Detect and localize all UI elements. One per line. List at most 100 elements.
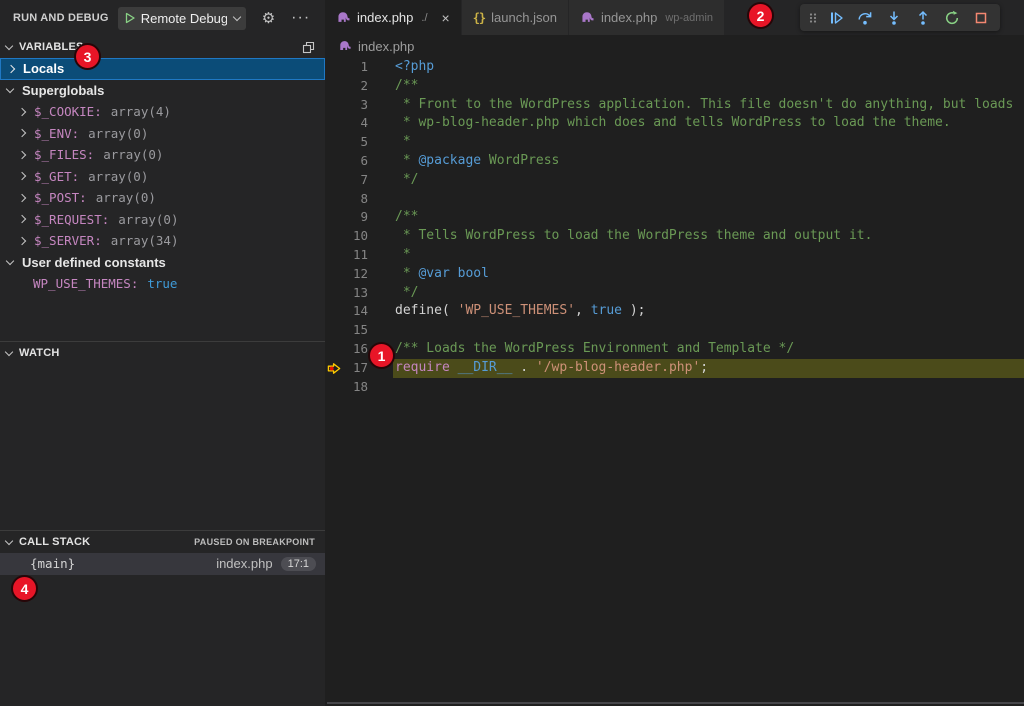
code-text[interactable]: * xyxy=(393,133,1024,152)
close-icon[interactable]: × xyxy=(442,11,450,25)
launch-config-dropdown[interactable]: Remote Debugg xyxy=(118,7,246,30)
scope-label: Superglobals xyxy=(22,83,104,98)
chevron-right-icon xyxy=(7,65,15,73)
code-line-6[interactable]: 6 * @package WordPress xyxy=(325,152,1024,171)
continue-button[interactable] xyxy=(821,6,850,30)
step-over-button[interactable] xyxy=(850,6,879,30)
code-text[interactable]: /** Loads the WordPress Environment and … xyxy=(393,340,1024,359)
line-number: 11 xyxy=(345,246,368,265)
code-text[interactable]: require __DIR__ . '/wp-blog-header.php'; xyxy=(393,359,1024,378)
scope-row-locals[interactable]: Locals xyxy=(0,58,325,80)
sidebar-header: RUN AND DEBUG Remote Debugg ⚙ ··· xyxy=(0,0,325,36)
code-line-15[interactable]: 15 xyxy=(325,321,1024,340)
code-line-14[interactable]: 14define( 'WP_USE_THEMES', true ); xyxy=(325,302,1024,321)
code-line-3[interactable]: 3 * Front to the WordPress application. … xyxy=(325,96,1024,115)
run-and-debug-sidebar: RUN AND DEBUG Remote Debugg ⚙ ··· VARIAB… xyxy=(0,0,325,706)
code-text[interactable]: */ xyxy=(393,284,1024,303)
line-number: 9 xyxy=(345,208,368,227)
start-debug-icon[interactable] xyxy=(124,12,136,24)
chevron-down-icon xyxy=(5,536,13,544)
code-text[interactable] xyxy=(393,378,1024,397)
code-text[interactable]: * Front to the WordPress application. Th… xyxy=(393,96,1024,115)
tab-launch-json[interactable]: {} launch.json xyxy=(462,0,569,35)
code-text[interactable]: * wp-blog-header.php which does and tell… xyxy=(393,114,1024,133)
code-line-13[interactable]: 13 */ xyxy=(325,284,1024,303)
code-text[interactable] xyxy=(393,190,1024,209)
breakpoint-current-line-icon[interactable] xyxy=(325,361,345,376)
more-actions-icon[interactable]: ··· xyxy=(291,9,310,27)
code-text[interactable]: define( 'WP_USE_THEMES', true ); xyxy=(393,302,1024,321)
code-line-10[interactable]: 10 * Tells WordPress to load the WordPre… xyxy=(325,227,1024,246)
line-number: 6 xyxy=(345,152,368,171)
code-line-4[interactable]: 4 * wp-blog-header.php which does and te… xyxy=(325,114,1024,133)
code-editor[interactable]: 1<?php2/**3 * Front to the WordPress app… xyxy=(325,58,1024,396)
tab-index-php-wp-admin[interactable]: index.php wp-admin xyxy=(569,0,725,35)
scope-row-user-defined-constants[interactable]: User defined constants xyxy=(0,252,325,274)
variable-row-wp_use_themes[interactable]: WP_USE_THEMES:true xyxy=(0,273,325,295)
editor-tab-bar: index.php ./ × {} launch.json index.php … xyxy=(325,0,1024,35)
code-line-7[interactable]: 7 */ xyxy=(325,171,1024,190)
code-line-16[interactable]: 16/** Loads the WordPress Environment an… xyxy=(325,340,1024,359)
line-number: 12 xyxy=(345,265,368,284)
call-stack-frame-row[interactable]: {main} index.php 17:1 xyxy=(0,553,325,575)
scope-row-superglobals[interactable]: Superglobals xyxy=(0,80,325,102)
tab-detail: wp-admin xyxy=(665,12,713,24)
chevron-right-icon xyxy=(18,129,26,137)
variable-row-_files[interactable]: $_FILES:array(0) xyxy=(0,144,325,166)
stop-button[interactable] xyxy=(966,6,995,30)
line-number: 13 xyxy=(345,284,368,303)
code-line-11[interactable]: 11 * xyxy=(325,246,1024,265)
code-text[interactable] xyxy=(393,321,1024,340)
collapse-all-icon[interactable] xyxy=(302,41,315,54)
variable-name: $_FILES: xyxy=(34,147,94,162)
variable-row-_request[interactable]: $_REQUEST:array(0) xyxy=(0,209,325,231)
step-out-button[interactable] xyxy=(908,6,937,30)
code-text[interactable]: /** xyxy=(393,77,1024,96)
code-text[interactable]: /** xyxy=(393,208,1024,227)
code-text[interactable]: * @package WordPress xyxy=(393,152,1024,171)
code-line-17[interactable]: 17require __DIR__ . '/wp-blog-header.php… xyxy=(325,359,1024,378)
frame-file: index.php xyxy=(216,556,272,571)
code-line-2[interactable]: 2/** xyxy=(325,77,1024,96)
code-line-12[interactable]: 12 * @var bool xyxy=(325,265,1024,284)
paused-on-breakpoint-badge: PAUSED ON BREAKPOINT xyxy=(194,537,315,547)
watch-section-header[interactable]: WATCH xyxy=(0,342,325,364)
code-text[interactable]: * @var bool xyxy=(393,265,1024,284)
tab-detail: ./ xyxy=(421,12,427,24)
code-line-8[interactable]: 8 xyxy=(325,190,1024,209)
restart-button[interactable] xyxy=(937,6,966,30)
line-number: 10 xyxy=(345,227,368,246)
code-line-9[interactable]: 9 /** xyxy=(325,208,1024,227)
code-text[interactable]: * xyxy=(393,246,1024,265)
variable-row-_server[interactable]: $_SERVER:array(34) xyxy=(0,230,325,252)
variable-name: $_COOKIE: xyxy=(34,104,102,119)
code-text[interactable]: */ xyxy=(393,171,1024,190)
variable-row-_env[interactable]: $_ENV:array(0) xyxy=(0,123,325,145)
annotation-badge-3: 3 xyxy=(74,43,101,70)
line-number: 7 xyxy=(345,171,368,190)
breadcrumb[interactable]: index.php xyxy=(325,35,1024,57)
variable-row-_post[interactable]: $_POST:array(0) xyxy=(0,187,325,209)
variable-row-_cookie[interactable]: $_COOKIE:array(4) xyxy=(0,101,325,123)
variable-name: $_POST: xyxy=(34,190,87,205)
gear-icon[interactable]: ⚙ xyxy=(262,9,275,27)
variables-section-header[interactable]: VARIABLES xyxy=(0,36,325,58)
php-file-icon xyxy=(338,39,352,53)
call-stack-section-header[interactable]: CALL STACK PAUSED ON BREAKPOINT xyxy=(0,531,325,553)
code-line-18[interactable]: 18 xyxy=(325,378,1024,397)
chevron-down-icon xyxy=(6,85,14,93)
code-text[interactable]: * Tells WordPress to load the WordPress … xyxy=(393,227,1024,246)
drag-handle-icon[interactable] xyxy=(805,6,821,30)
code-line-5[interactable]: 5 * xyxy=(325,133,1024,152)
tab-index-php[interactable]: index.php ./ × xyxy=(325,0,462,35)
variable-value: array(0) xyxy=(88,169,148,184)
vscode-debug-window: RUN AND DEBUG Remote Debugg ⚙ ··· VARIAB… xyxy=(0,0,1024,706)
scope-label: Locals xyxy=(23,61,64,76)
code-text[interactable]: <?php xyxy=(393,58,1024,77)
editor-area: index.php ./ × {} launch.json index.php … xyxy=(325,0,1024,706)
line-number: 3 xyxy=(345,96,368,115)
breadcrumb-file: index.php xyxy=(358,39,414,54)
variable-row-_get[interactable]: $_GET:array(0) xyxy=(0,166,325,188)
code-line-1[interactable]: 1<?php xyxy=(325,58,1024,77)
step-into-button[interactable] xyxy=(879,6,908,30)
